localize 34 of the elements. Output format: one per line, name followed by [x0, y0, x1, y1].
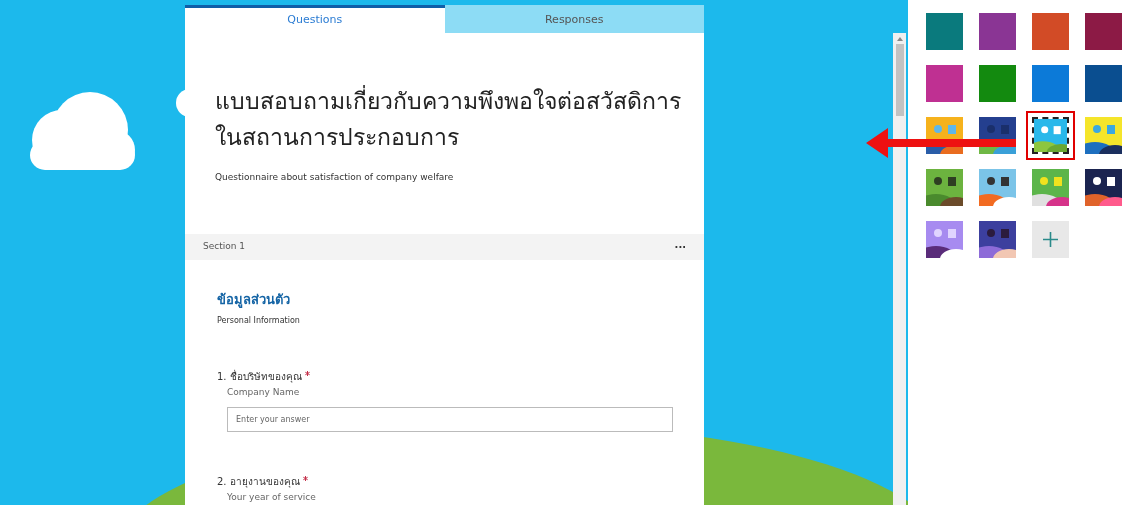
question-subtitle: Company Name [227, 385, 301, 399]
form-description: Questionnaire about satisfaction of company welfare [215, 171, 455, 184]
color-swatch[interactable] [979, 13, 1016, 50]
question-number: 1. [217, 369, 227, 384]
question-title: อายุงานของคุณ [229, 475, 300, 489]
color-swatch[interactable] [979, 65, 1016, 102]
section-title: ข้อมูลส่วนตัว [217, 291, 291, 310]
tab[interactable]: Responses [444, 5, 704, 33]
add-theme-button[interactable] [1032, 221, 1069, 258]
scroll-up-icon[interactable] [896, 37, 903, 41]
color-swatch[interactable] [926, 65, 963, 102]
theme-tile[interactable] [926, 169, 963, 206]
answer-field[interactable]: Enter your answer [227, 407, 673, 432]
question-number: 2. [217, 475, 227, 489]
section-label: Section 1 [203, 240, 246, 254]
color-swatch[interactable] [926, 13, 963, 50]
theme-tile[interactable] [1032, 169, 1069, 206]
scrollbar[interactable] [893, 33, 906, 505]
theme-tile[interactable] [1085, 117, 1122, 154]
theme-tile[interactable] [979, 169, 1016, 206]
color-swatch[interactable] [1085, 13, 1122, 50]
theme-tile[interactable] [979, 221, 1016, 258]
form-title: แบบสอบถามเกี่ยวกับความพึงพอใจต่อสวัสดิการในสถานการประกอบการ [215, 83, 685, 155]
scrollbar-thumb[interactable] [895, 44, 904, 116]
theme-tile[interactable] [926, 221, 963, 258]
more-button[interactable]: ··· [674, 239, 686, 255]
plus-icon [1043, 232, 1058, 247]
question-subtitle: Your year of service [227, 491, 317, 504]
section-subtitle: Personal Information [217, 314, 301, 327]
theme-tile[interactable] [1085, 169, 1122, 206]
color-swatch[interactable] [1032, 65, 1069, 102]
color-swatch[interactable] [1032, 13, 1069, 50]
color-swatch[interactable] [1085, 65, 1122, 102]
question-title: ชื่อบริษัทของคุณ [229, 368, 302, 384]
